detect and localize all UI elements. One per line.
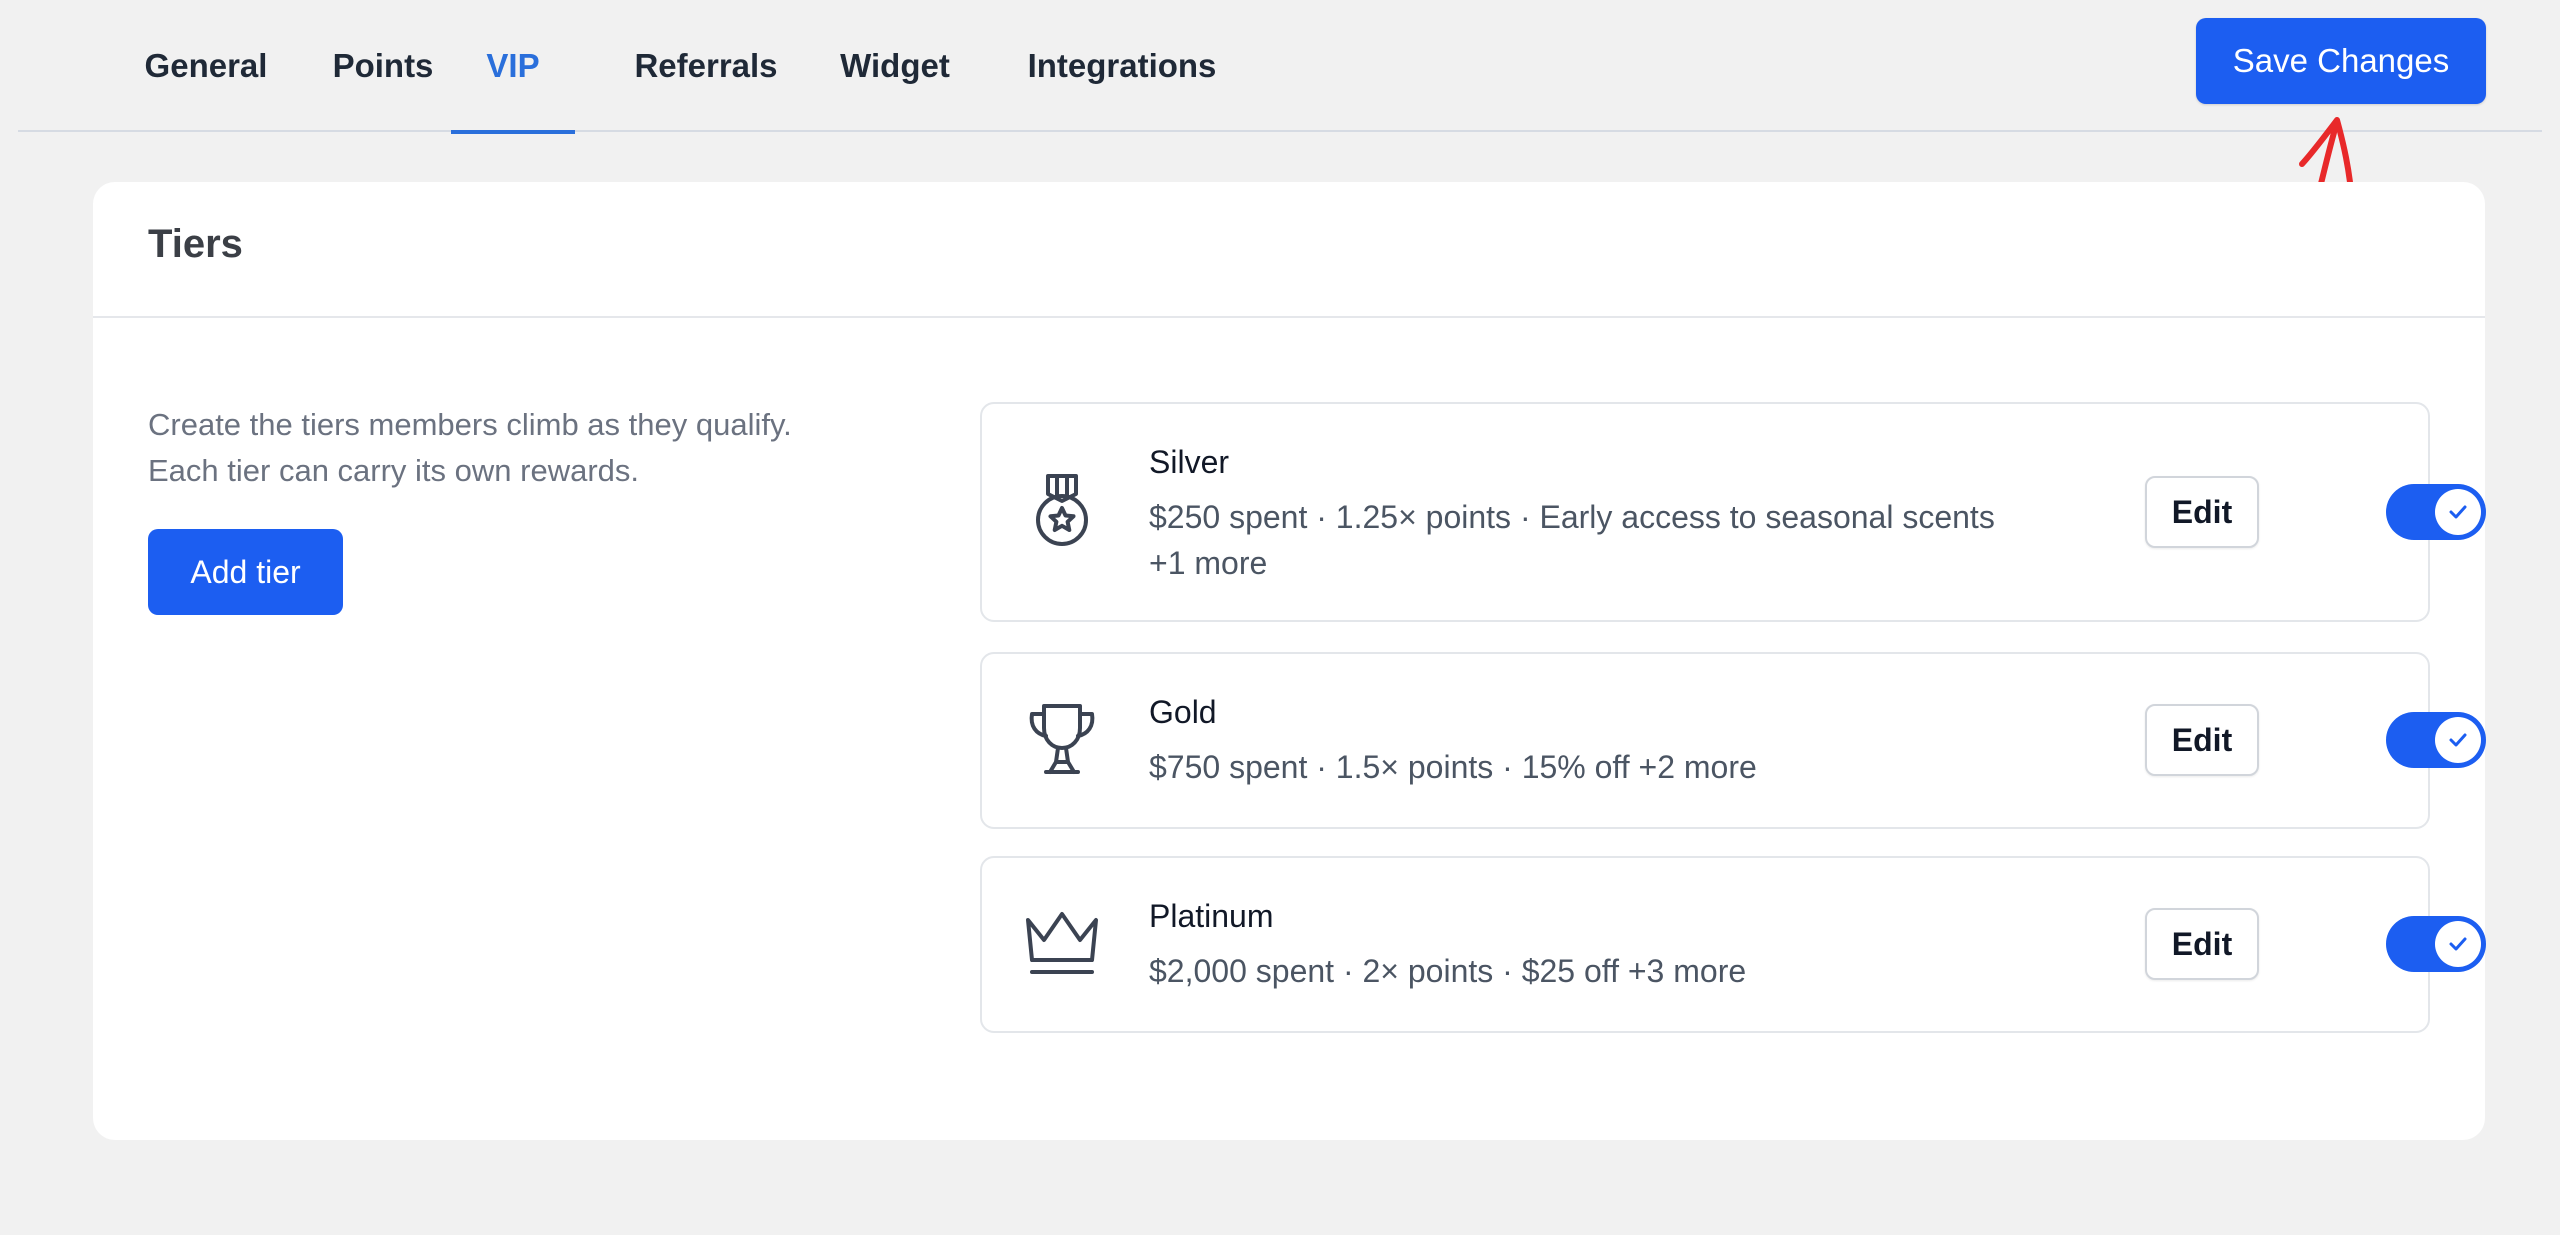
check-icon (2449, 505, 2467, 519)
tier-enabled-toggle[interactable] (2386, 916, 2486, 972)
card-header: Tiers (93, 182, 2485, 318)
add-tier-button[interactable]: Add tier (148, 529, 343, 615)
tier-description: $2,000 spent · 2× points · $25 off +3 mo… (1149, 953, 1747, 989)
edit-tier-button[interactable]: Edit (2145, 476, 2259, 548)
tier-name: Silver (1149, 444, 1230, 480)
card-title: Tiers (148, 222, 243, 266)
tab-integrations[interactable]: Integrations (992, 0, 1252, 132)
tier-description: $750 spent · 1.5× points · 15% off +2 mo… (1149, 749, 1757, 785)
medal-icon (1036, 474, 1088, 546)
top-bar: General Points VIP Referrals Widget Inte… (0, 0, 2560, 134)
save-changes-button[interactable]: Save Changes (2196, 18, 2486, 104)
tier-description-line-1: $250 spent · 1.25× points · Early access… (1149, 499, 1995, 535)
description-line-1: Create the tiers members climb as they q… (148, 407, 792, 442)
check-icon (2449, 733, 2467, 747)
tier-description-line-2: +1 more (1149, 545, 1268, 581)
edit-tier-button[interactable]: Edit (2145, 908, 2259, 980)
tier-description: $250 spent · 1.25× points · Early access… (1149, 494, 2049, 586)
tiers-description: Create the tiers members climb as they q… (148, 402, 928, 494)
tier-row-platinum: Platinum $2,000 spent · 2× points · $25 … (980, 856, 2486, 1033)
tab-points[interactable]: Points (318, 0, 448, 132)
edit-tier-button[interactable]: Edit (2145, 704, 2259, 776)
crown-icon (1026, 912, 1098, 974)
tier-name: Platinum (1149, 898, 1274, 934)
tier-row-silver: Silver $250 spent · 1.25× points · Early… (980, 402, 2486, 622)
tier-enabled-toggle[interactable] (2386, 484, 2486, 540)
toggle-knob (2435, 717, 2481, 763)
description-line-2: Each tier can carry its own rewards. (148, 453, 640, 488)
settings-tabs: General Points VIP Referrals Widget Inte… (18, 0, 2542, 134)
tab-widget[interactable]: Widget (815, 0, 975, 132)
tiers-card: Tiers Create the tiers members climb as … (93, 182, 2486, 1140)
check-icon (2449, 937, 2467, 951)
toggle-knob (2435, 921, 2481, 967)
tab-referrals[interactable]: Referrals (606, 0, 806, 132)
tier-name: Gold (1149, 694, 1217, 730)
tier-row-gold: Gold $750 spent · 1.5× points · 15% off … (980, 652, 2486, 829)
toggle-knob (2435, 489, 2481, 535)
trophy-icon (1029, 704, 1095, 774)
tab-general[interactable]: General (126, 0, 286, 132)
tab-vip[interactable]: VIP (451, 0, 575, 134)
tier-enabled-toggle[interactable] (2386, 712, 2486, 768)
